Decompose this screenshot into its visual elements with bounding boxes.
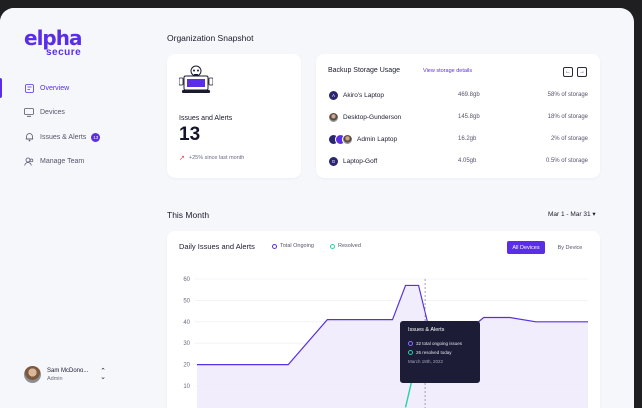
device-name: Akiro's Laptop [343, 91, 384, 99]
issues-title: Issues and Alerts [179, 115, 233, 122]
device-size: 469.8gb [458, 92, 480, 98]
tooltip-line-total: 32 total ongoing issues [408, 341, 472, 346]
tooltip-title: Issues & Alerts [408, 327, 445, 333]
backup-row[interactable]: G Laptop-Goff 4.05gb 0.5% of storage [328, 154, 588, 168]
sidebar: elpha secure Overview Devices Issues & A… [0, 8, 134, 408]
tooltip-text: 26 resolved today [416, 350, 452, 355]
user-role: Admin [47, 375, 63, 382]
device-storage-pct: 0.5% of storage [545, 158, 588, 164]
app-window: elpha secure Overview Devices Issues & A… [0, 8, 634, 408]
device-name: Desktop-Gunderson [343, 113, 402, 121]
date-range-dropdown[interactable]: Mar 1 - Mar 31 ▾ [548, 210, 596, 218]
y-tick-label: 20 [183, 363, 190, 369]
prev-arrow-button[interactable]: ← [563, 67, 573, 77]
brand-logo[interactable]: elpha secure [24, 28, 84, 68]
backup-card: Backup Storage Usage View storage detail… [316, 54, 600, 178]
arrow-right-icon: → [579, 69, 585, 75]
sidebar-item-overview[interactable]: Overview [0, 76, 134, 100]
section-title-snapshot: Organization Snapshot [167, 33, 254, 43]
legend-dot-icon [408, 350, 413, 355]
device-storage-pct: 2% of storage [550, 136, 588, 142]
overview-icon [24, 83, 34, 93]
chevron-updown-icon: ⌃ ⌄ [100, 367, 106, 381]
logo-subtitle: secure [46, 47, 82, 58]
sidebar-item-label: Manage Team [40, 158, 85, 165]
sidebar-item-label: Devices [40, 109, 65, 116]
section-title-month: This Month [167, 210, 210, 220]
backup-row[interactable]: A Akiro's Laptop 469.8gb 58% of storage [328, 88, 588, 102]
issues-delta: ↗ +25% since last month [179, 154, 244, 162]
sidebar-item-label: Overview [40, 84, 70, 92]
sidebar-item-label: Issues & Alerts [40, 133, 87, 141]
next-arrow-button[interactable]: → [577, 67, 587, 77]
device-storage-pct: 18% of storage [547, 114, 588, 120]
tooltip-line-resolved: 26 resolved today [408, 350, 472, 355]
y-tick-label: 50 [183, 298, 190, 304]
sidebar-item-devices[interactable]: Devices [0, 101, 134, 125]
user-name: Sam McDono... [47, 367, 89, 374]
y-tick-label: 40 [183, 320, 190, 326]
device-avatar: G [328, 155, 339, 167]
y-tick-label: 30 [183, 341, 190, 347]
line-chart: 60 50 40 30 20 10 [183, 277, 588, 408]
series-area-total [197, 285, 588, 408]
avatar [342, 133, 353, 145]
view-storage-link[interactable]: View storage details [423, 68, 472, 74]
device-size: 145.8gb [458, 114, 480, 120]
device-name: Admin Laptop [357, 135, 398, 143]
device-size: 16.2gb [458, 136, 477, 142]
issues-count: 13 [179, 124, 201, 145]
device-name: Laptop-Goff [343, 157, 378, 165]
team-icon [24, 157, 34, 167]
backup-row[interactable]: Admin Laptop 16.2gb 2% of storage [328, 132, 588, 146]
sidebar-nav: Overview Devices Issues & Alerts 13 Mana… [0, 76, 134, 174]
logo-wordmark: elpha [24, 26, 82, 50]
y-tick-label: 60 [183, 277, 190, 283]
tooltip-date: March 18th, 2022 [408, 359, 444, 364]
devices-icon [24, 108, 34, 118]
issues-count-badge: 13 [91, 132, 101, 142]
tooltip-text: 32 total ongoing issues [416, 341, 463, 346]
y-tick-label: 10 [183, 384, 190, 390]
avatar [328, 111, 339, 123]
backup-title: Backup Storage Usage [328, 67, 400, 74]
bell-icon [24, 132, 34, 142]
avatar [24, 366, 41, 383]
chart-tooltip: Issues & Alerts 32 total ongoing issues … [400, 321, 480, 383]
sidebar-item-team[interactable]: Manage Team [0, 150, 134, 174]
device-size: 4.05gb [458, 158, 477, 164]
legend-dot-icon [408, 341, 413, 346]
issues-card[interactable]: Issues and Alerts 13 ↗ +25% since last m… [167, 54, 301, 178]
skull-computer-icon [179, 65, 213, 93]
device-storage-pct: 58% of storage [547, 92, 588, 98]
device-avatar: A [328, 89, 339, 101]
sidebar-item-issues[interactable]: Issues & Alerts 13 [0, 125, 134, 149]
issues-delta-text: +25% since last month [188, 155, 245, 161]
user-menu[interactable]: Sam McDono... Admin ⌃ ⌄ [24, 366, 106, 383]
chart-card: Daily Issues and Alerts Total Ongoing Re… [167, 231, 600, 408]
trend-up-icon: ↗ [179, 155, 185, 162]
backup-row[interactable]: Desktop-Gunderson 145.8gb 18% of storage [328, 110, 588, 124]
arrow-left-icon: ← [565, 69, 571, 75]
